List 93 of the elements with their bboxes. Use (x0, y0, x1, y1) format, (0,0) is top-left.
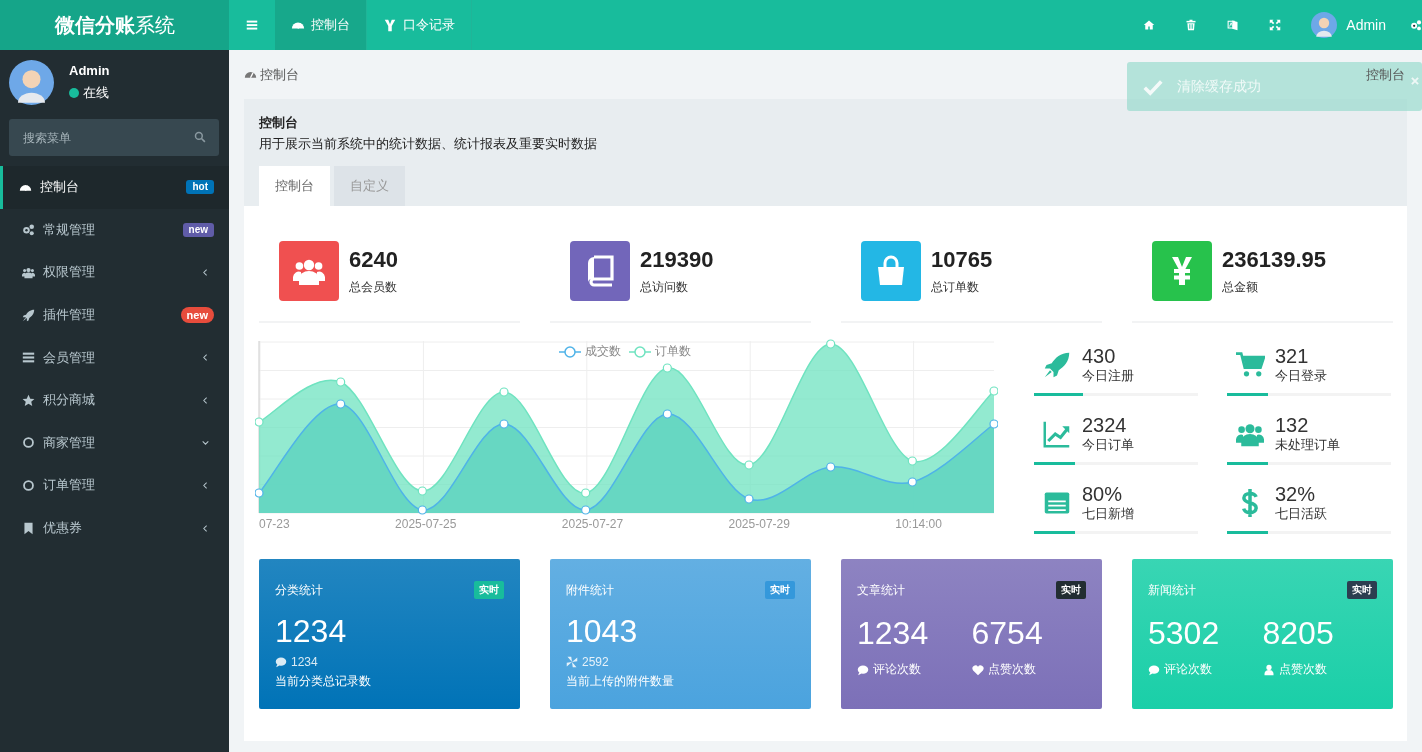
toast-message: 清除缓存成功 (1177, 77, 1262, 96)
cart-icon (1235, 351, 1265, 379)
avatar (9, 60, 54, 105)
card-value: 1043 (566, 612, 639, 651)
menu-item[interactable]: 常规管理 new (0, 208, 229, 252)
badge: 实时 (1056, 581, 1086, 599)
axis-label: 2025-07-27 (561, 517, 624, 531)
card-value: 1234 (275, 612, 348, 651)
heart-icon (971, 663, 984, 676)
user-name: Admin (69, 63, 110, 78)
stat-value: 321 (1275, 345, 1310, 367)
close-icon[interactable] (1410, 75, 1420, 86)
menu-item[interactable]: 积分商城 (0, 378, 229, 422)
card-value: 8205 (1262, 614, 1335, 653)
card-title: 分类统计 (275, 581, 323, 599)
card-footer-text: 当前分类总记录数 (275, 673, 372, 690)
stat-value: 32% (1275, 483, 1317, 505)
search-field[interactable]: 搜索菜单 (9, 119, 219, 156)
stat-value: 132 (1275, 414, 1310, 436)
panel-description: 用于展示当前系统中的统计数据、统计报表及重要实时数据 (259, 135, 598, 153)
stat-value: 236139.95 (1222, 246, 1326, 273)
menu-item[interactable]: 订单管理 (0, 464, 229, 507)
menu-item[interactable]: 插件管理 new (0, 293, 229, 337)
list-icon (22, 351, 35, 365)
stat-label: 今日订单 (1082, 436, 1134, 454)
axis-label: 2025-07-25 (395, 517, 457, 531)
pinwheel-icon (566, 656, 578, 668)
card-subvalue: 1234 (275, 655, 504, 669)
menu-item[interactable]: 权限管理 (0, 251, 229, 294)
stat-value: 2324 (1082, 414, 1128, 436)
circle-icon (22, 436, 35, 450)
comment-icon (857, 663, 869, 676)
comment-icon (275, 656, 287, 668)
badge: 实时 (1347, 581, 1377, 599)
badge: 实时 (474, 581, 504, 599)
card-subvalue: 2592 (566, 655, 795, 669)
stat-value: 219390 (640, 246, 714, 273)
card-title: 文章统计 (857, 581, 905, 599)
stat-label: 七日活跃 (1275, 505, 1327, 523)
card-metric-label: 点赞次数 (971, 661, 1086, 678)
bag-icon (875, 255, 907, 287)
bookmark-icon (22, 521, 35, 535)
stat-label: 今日登录 (1275, 367, 1327, 385)
panel-title: 控制台 (259, 114, 299, 132)
star-icon (22, 393, 35, 407)
stat-value: 10765 (931, 246, 993, 273)
avatar (1311, 12, 1338, 38)
axis-label: 2025-07-29 (728, 517, 790, 531)
card-title: 附件统计 (566, 581, 614, 599)
comment-icon (1148, 663, 1160, 676)
card-title: 新闻统计 (1148, 581, 1196, 599)
badge: new (182, 222, 214, 237)
legend-item[interactable]: 成交数 (559, 343, 621, 360)
menu-item[interactable]: 控制台 hot (0, 166, 229, 209)
card-value: 1234 (857, 614, 930, 653)
fork-icon (383, 18, 397, 32)
line-chart-icon (1042, 420, 1072, 448)
rocket-icon (1042, 351, 1072, 379)
stat-label: 总会员数 (349, 278, 398, 296)
stat-label: 今日注册 (1082, 367, 1134, 385)
stat-label: 总金额 (1222, 278, 1259, 296)
menu-item[interactable]: 优惠券 (0, 506, 229, 550)
breadcrumb-item[interactable]: 控制台 (244, 65, 299, 84)
axis-label: 07-23 (259, 517, 290, 531)
tab[interactable]: 控制台 (259, 166, 330, 206)
user-icon (1262, 663, 1275, 676)
card-value: 6754 (971, 614, 1044, 653)
axis-label: 10:14:00 (895, 517, 942, 531)
badge: hot (186, 180, 214, 195)
legend-item[interactable]: 订单数 (629, 343, 691, 360)
card-metric-label: 评论次数 (857, 661, 972, 678)
stat-label: 七日新增 (1082, 505, 1134, 523)
users-icon (22, 266, 35, 279)
circle-icon (22, 478, 35, 492)
card-metric-label: 点赞次数 (1262, 661, 1377, 678)
card-value: 5302 (1148, 614, 1221, 653)
card-footer-text: 当前上传的附件数量 (566, 673, 675, 690)
stat-label: 总访问数 (640, 278, 689, 296)
stat-label: 总订单数 (931, 278, 980, 296)
card-metric-label: 评论次数 (1148, 661, 1263, 678)
stat-value: 430 (1082, 345, 1117, 367)
menu-item[interactable]: 商家管理 (0, 421, 229, 465)
user-status: 在线 (69, 84, 110, 102)
stat-value: 6240 (349, 246, 398, 273)
badge: 实时 (765, 581, 795, 599)
rocket-icon (22, 308, 35, 322)
gears-icon (22, 223, 35, 237)
page-title: 控制台 (1366, 65, 1405, 84)
stat-value: 80% (1082, 483, 1124, 505)
search-icon[interactable] (194, 131, 206, 143)
badge: new (180, 307, 214, 324)
stat-label: 未处理订单 (1275, 436, 1340, 454)
menu-item[interactable]: 会员管理 (0, 336, 229, 379)
